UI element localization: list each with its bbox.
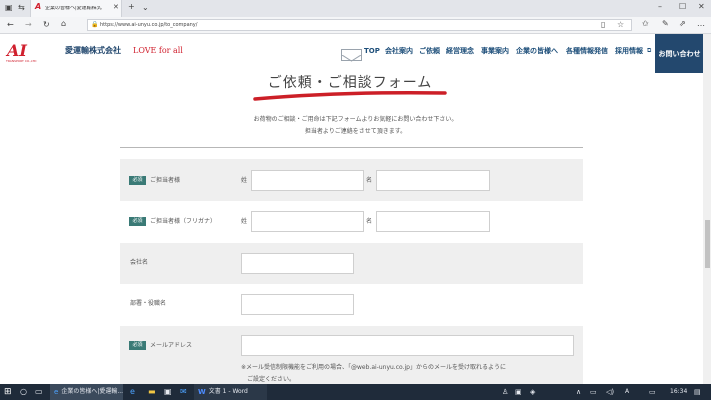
required-badge: 必須 — [129, 217, 146, 226]
field-label-department: 部署・役職名 — [130, 300, 167, 307]
page-scrollbar[interactable] — [703, 34, 711, 384]
email-note-2: ご設定ください。 — [247, 376, 296, 383]
address-bar[interactable]: 🔒 https://www.ai-unyu.co.jp/to_company/ … — [87, 19, 632, 31]
contact-button[interactable]: お問い合わせ — [655, 34, 704, 73]
edge-pinned-icon[interactable]: e — [130, 384, 135, 400]
title-underline — [253, 91, 447, 101]
lock-icon: 🔒 — [91, 21, 99, 28]
nav-recruit[interactable]: 採用情報 — [615, 48, 643, 55]
scrollbar-thumb[interactable] — [705, 220, 710, 268]
clock[interactable]: 16:34 — [670, 384, 687, 400]
first-name-kana-label: 名 — [366, 218, 373, 225]
show-hidden-icons-icon[interactable]: ∧ — [576, 384, 581, 400]
forward-icon[interactable]: → — [25, 21, 32, 29]
first-name-input[interactable] — [376, 170, 490, 191]
required-badge: 必須 — [129, 341, 146, 350]
external-link-icon: ⧉ — [647, 47, 652, 54]
email-input[interactable] — [241, 335, 574, 356]
volume-icon[interactable]: ◁) — [606, 384, 614, 400]
cortana-icon[interactable]: ○ — [20, 384, 27, 400]
department-input[interactable] — [241, 294, 354, 315]
system-tray-icon[interactable]: ▣ — [515, 384, 522, 400]
field-label-company: 会社名 — [130, 259, 149, 266]
task-view-icon[interactable]: ▭ — [35, 384, 43, 400]
favorite-star-icon[interactable]: ☆ — [617, 21, 624, 29]
new-tab-icon[interactable]: + — [128, 3, 135, 11]
divider — [120, 147, 583, 148]
battery-icon[interactable]: ▭ — [649, 384, 656, 400]
refresh-icon[interactable]: ↻ — [43, 21, 50, 29]
reading-view-icon[interactable]: ▯ — [601, 21, 605, 29]
last-name-input[interactable] — [251, 170, 364, 191]
close-window-icon[interactable]: ✕ — [698, 3, 705, 11]
nav-philosophy[interactable]: 経営理念 — [446, 48, 474, 55]
email-note-1: ※メール受信制限機能をご利用の場合、「@web.ai-unyu.co.jp」から… — [241, 364, 506, 371]
last-name-label: 姓 — [241, 177, 248, 184]
intro-text-1: お荷物のご相談・ご用命は下記フォームよりお気軽にお問い合わせ下さい。 — [253, 116, 458, 123]
nav-for-companies[interactable]: 企業の皆様へ — [516, 48, 558, 55]
nav-business[interactable]: 事業案内 — [481, 48, 509, 55]
company-name[interactable]: 愛運輸株式会社 — [65, 47, 121, 55]
field-label-email: メールアドレス — [150, 342, 193, 349]
field-label-furigana: ご担当者様（フリガナ） — [150, 218, 217, 225]
first-name-kana-input[interactable] — [376, 211, 490, 232]
more-menu-icon[interactable]: … — [697, 20, 705, 28]
nav-top[interactable]: TOP — [364, 48, 380, 55]
notes-icon[interactable]: ✎ — [662, 20, 669, 28]
taskbar-item-word[interactable]: W 文書 1 - Word — [194, 384, 267, 400]
logo-mark[interactable]: AI — [7, 43, 27, 59]
company-input[interactable] — [241, 253, 354, 274]
store-icon[interactable]: ▣ — [164, 384, 172, 400]
network-icon[interactable]: ▭ — [590, 384, 597, 400]
form-title: ご依頼・ご相談フォーム — [267, 75, 433, 91]
people-icon[interactable]: ♙ — [502, 384, 508, 400]
tagline: LOVE for all — [133, 46, 183, 55]
back-icon[interactable]: ← — [7, 21, 14, 29]
last-name-kana-label: 姓 — [241, 218, 248, 225]
last-name-kana-input[interactable] — [251, 211, 364, 232]
file-explorer-icon[interactable]: ▬ — [148, 384, 156, 400]
taskbar-item-word-label: 文書 1 - Word — [208, 388, 248, 395]
field-label-name: ご担当者様 — [150, 177, 181, 184]
tab-title: 企業の皆様へ|愛運輸株式 — [45, 6, 102, 11]
first-name-label: 名 — [366, 177, 373, 184]
taskbar-item-edge[interactable]: e 企業の皆様へ|愛運輸... — [50, 384, 123, 400]
nav-information[interactable]: 各種情報発信 — [566, 48, 608, 55]
tab-list-chevron-icon[interactable]: ⌄ — [142, 4, 149, 12]
maximize-icon[interactable]: ☐ — [679, 3, 686, 11]
url-text: https://www.ai-unyu.co.jp/to_company/ — [100, 22, 198, 28]
tab-close-icon[interactable]: ✕ — [113, 4, 119, 11]
home-icon[interactable]: ⌂ — [61, 20, 66, 28]
edge-icon: e — [54, 387, 59, 396]
word-icon: W — [198, 387, 206, 396]
ime-indicator[interactable]: A — [625, 384, 629, 400]
share-icon[interactable]: ⇗ — [679, 20, 686, 28]
favorites-icon[interactable]: ✩ — [642, 20, 649, 28]
set-aside-tabs-icon[interactable]: ⇆ — [18, 4, 25, 12]
action-center-icon[interactable]: ▤ — [694, 384, 701, 400]
windows-start-icon[interactable]: ⊞ — [4, 384, 12, 400]
site-favicon-icon: A — [35, 2, 42, 11]
nav-company[interactable]: 会社案内 — [385, 48, 413, 55]
taskbar-item-edge-label: 企業の皆様へ|愛運輸... — [61, 388, 124, 395]
minimize-icon[interactable]: – — [658, 3, 662, 11]
logo-subtext: TRANSPORT CO.,LTD — [6, 59, 37, 63]
tray-icon[interactable]: ◈ — [530, 384, 535, 400]
mail-icon[interactable] — [341, 49, 362, 62]
browser-tab[interactable]: A 企業の皆様へ|愛運輸株式 ✕ — [30, 0, 122, 17]
mail-app-icon[interactable]: ✉ — [180, 384, 187, 400]
intro-text-2: 担当者よりご連絡をさせて頂きます。 — [304, 128, 407, 135]
required-badge: 必須 — [129, 176, 146, 185]
tab-view-icon[interactable]: ▣ — [5, 4, 13, 12]
nav-request[interactable]: ご依頼 — [419, 48, 440, 55]
